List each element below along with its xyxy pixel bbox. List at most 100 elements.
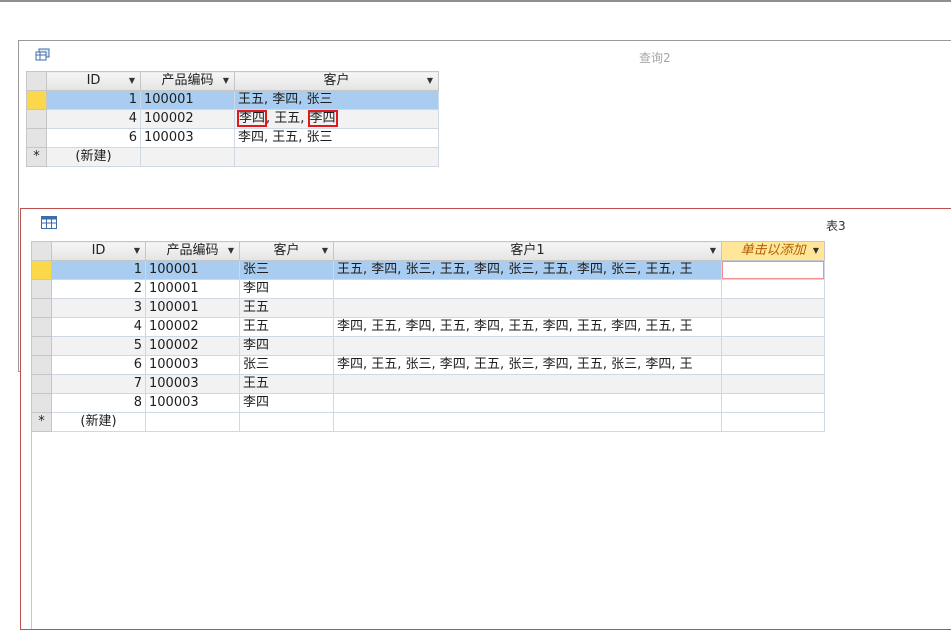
dropdown-arrow-icon[interactable]: ▼ [228, 243, 234, 260]
cell-add[interactable] [721, 317, 825, 337]
cell-customer1[interactable] [333, 336, 722, 356]
dropdown-arrow-icon[interactable]: ▼ [427, 73, 433, 90]
cell-customer[interactable]: 张三 [239, 260, 334, 280]
dropdown-arrow-icon[interactable]: ▼ [223, 73, 229, 90]
cell-customer1[interactable] [333, 412, 722, 432]
table-row[interactable]: 2 100001 李四 [31, 279, 825, 299]
dropdown-arrow-icon[interactable]: ▼ [710, 243, 716, 260]
cell-customer1[interactable]: 王五, 李四, 张三, 王五, 李四, 张三, 王五, 李四, 张三, 王五, … [333, 260, 722, 280]
table-row[interactable]: 6 100003 张三 李四, 王五, 张三, 李四, 王五, 张三, 李四, … [31, 355, 825, 375]
cell-code[interactable]: 100001 [145, 260, 240, 280]
cell-customer1[interactable]: 李四, 王五, 张三, 李四, 王五, 张三, 李四, 王五, 张三, 李四, … [333, 355, 722, 375]
cell-code[interactable]: 100002 [145, 336, 240, 356]
dropdown-arrow-icon[interactable]: ▼ [813, 243, 819, 260]
row-selector[interactable] [31, 393, 52, 413]
query-window-titlebar[interactable]: 查询2 [19, 41, 951, 71]
cell-code[interactable]: 100003 [145, 374, 240, 394]
cell-customer[interactable]: 王五 [239, 298, 334, 318]
cell-customer[interactable] [239, 412, 334, 432]
cell-customer[interactable]: 李四 [239, 336, 334, 356]
row-selector[interactable] [31, 317, 52, 337]
select-all-corner[interactable] [26, 71, 47, 91]
cell-id[interactable]: 2 [51, 279, 146, 299]
cell-customer[interactable]: 王五, 李四, 张三 [234, 90, 439, 110]
cell-code[interactable] [140, 147, 235, 167]
cell-id[interactable]: 1 [46, 90, 141, 110]
new-row-marker[interactable]: * [31, 412, 52, 432]
cell-customer[interactable]: 李四 [239, 279, 334, 299]
column-header-customer1[interactable]: 客户1 ▼ [333, 241, 722, 261]
cell-add[interactable] [721, 279, 825, 299]
query-datasheet[interactable]: ID ▼ 产品编码 ▼ 客户 ▼ 1 100001 王五, 李四, 张三 4 1000… [26, 71, 439, 167]
cell-customer1[interactable] [333, 279, 722, 299]
row-selector[interactable] [31, 279, 52, 299]
table-row[interactable]: 3 100001 王五 [31, 298, 825, 318]
table-window-titlebar[interactable]: 表3 [21, 209, 951, 239]
dropdown-arrow-icon[interactable]: ▼ [322, 243, 328, 260]
cell-code[interactable]: 100003 [145, 355, 240, 375]
cell-customer[interactable]: 王五 [239, 374, 334, 394]
new-row-marker[interactable]: * [26, 147, 47, 167]
cell-customer[interactable]: 李四 [239, 393, 334, 413]
row-selector[interactable] [26, 128, 47, 148]
cell-add[interactable] [721, 298, 825, 318]
table-row[interactable]: 8 100003 李四 [31, 393, 825, 413]
column-header-code[interactable]: 产品编码 ▼ [140, 71, 235, 91]
new-record-row[interactable]: * (新建) [31, 412, 825, 432]
table-row[interactable]: 1 100001 张三 王五, 李四, 张三, 王五, 李四, 张三, 王五, … [31, 260, 825, 280]
new-record-label[interactable]: (新建) [46, 147, 141, 167]
cell-id[interactable]: 3 [51, 298, 146, 318]
cell-id[interactable]: 8 [51, 393, 146, 413]
table-datasheet[interactable]: ID ▼ 产品编码 ▼ 客户 ▼ 客户1 ▼ 单击以添加 ▼ 1 100001 张三 王五… [31, 241, 825, 432]
row-selector[interactable] [31, 355, 52, 375]
cell-code[interactable]: 100001 [140, 90, 235, 110]
cell-customer1[interactable] [333, 298, 722, 318]
cell-add[interactable] [721, 336, 825, 356]
row-selector[interactable] [31, 374, 52, 394]
row-selector[interactable] [31, 336, 52, 356]
cell-customer[interactable] [234, 147, 439, 167]
cell-code[interactable]: 100001 [145, 298, 240, 318]
table-row[interactable]: 5 100002 李四 [31, 336, 825, 356]
column-header-customer[interactable]: 客户 ▼ [239, 241, 334, 261]
row-selector[interactable] [26, 109, 47, 129]
cell-id[interactable]: 4 [46, 109, 141, 129]
cell-id[interactable]: 6 [46, 128, 141, 148]
cell-code[interactable]: 100003 [140, 128, 235, 148]
table-row[interactable]: 4 100002 李四, 王五, 李四 [26, 109, 439, 129]
cell-id[interactable]: 6 [51, 355, 146, 375]
cell-code[interactable]: 100002 [140, 109, 235, 129]
new-record-row[interactable]: * (新建) [26, 147, 439, 167]
cell-customer1[interactable] [333, 374, 722, 394]
cell-add[interactable] [721, 355, 825, 375]
table-row[interactable]: 6 100003 李四, 王五, 张三 [26, 128, 439, 148]
table-window[interactable]: 表3 ID ▼ 产品编码 ▼ 客户 ▼ 客户1 ▼ 单击以添加 ▼ 1 10000 [20, 208, 951, 630]
cell-id[interactable]: 7 [51, 374, 146, 394]
column-header-code[interactable]: 产品编码 ▼ [145, 241, 240, 261]
cell-code[interactable]: 100003 [145, 393, 240, 413]
cell-id[interactable]: 4 [51, 317, 146, 337]
cell-customer1[interactable] [333, 393, 722, 413]
select-all-corner[interactable] [31, 241, 52, 261]
cell-add[interactable] [721, 393, 825, 413]
add-column-header[interactable]: 单击以添加 ▼ [721, 241, 825, 261]
cell-add[interactable] [721, 412, 825, 432]
cell-customer[interactable]: 李四, 王五, 李四 [234, 109, 439, 129]
column-header-id[interactable]: ID ▼ [46, 71, 141, 91]
table-row[interactable]: 1 100001 王五, 李四, 张三 [26, 90, 439, 110]
row-selector[interactable] [26, 90, 47, 110]
column-header-id[interactable]: ID ▼ [51, 241, 146, 261]
cell-add-active[interactable] [721, 260, 825, 280]
dropdown-arrow-icon[interactable]: ▼ [134, 243, 140, 260]
cell-customer[interactable]: 王五 [239, 317, 334, 337]
dropdown-arrow-icon[interactable]: ▼ [129, 73, 135, 90]
cell-code[interactable]: 100001 [145, 279, 240, 299]
table-row[interactable]: 7 100003 王五 [31, 374, 825, 394]
cell-code[interactable]: 100002 [145, 317, 240, 337]
new-record-label[interactable]: (新建) [51, 412, 146, 432]
cell-id[interactable]: 1 [51, 260, 146, 280]
cell-customer[interactable]: 张三 [239, 355, 334, 375]
cell-code[interactable] [145, 412, 240, 432]
cell-id[interactable]: 5 [51, 336, 146, 356]
column-header-customer[interactable]: 客户 ▼ [234, 71, 439, 91]
